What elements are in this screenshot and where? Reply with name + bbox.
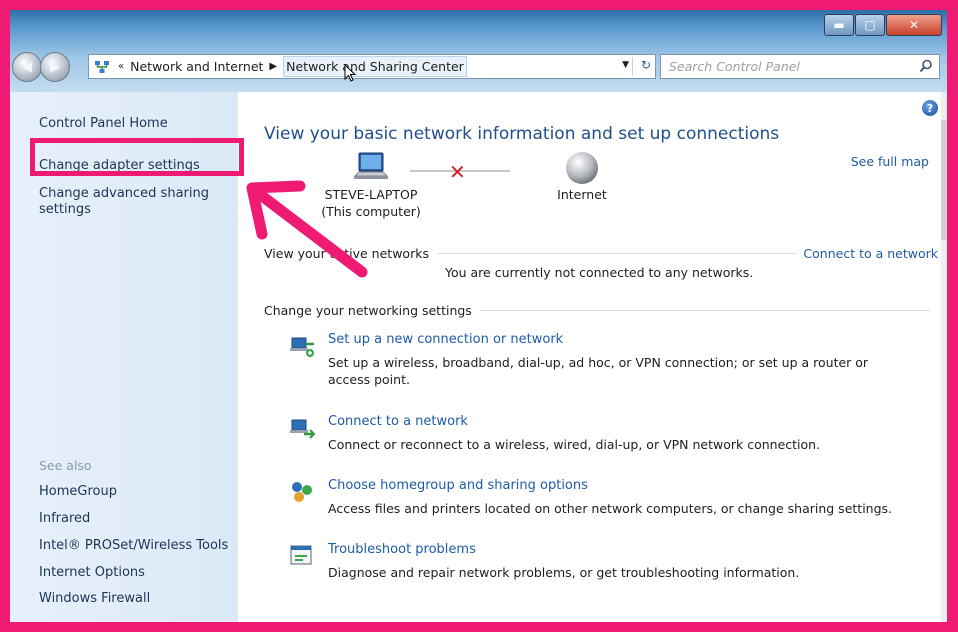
explorer-window: ▬ ▢ ✕ ◀ ▶ « Network and Internet ▶ Netwo… — [10, 10, 947, 622]
address-dropdown-icon[interactable]: ▼ — [622, 60, 629, 70]
troubleshoot-icon — [288, 542, 316, 570]
homegroup-link[interactable]: Choose homegroup and sharing options — [328, 478, 588, 493]
see-full-map-link[interactable]: See full map — [851, 154, 929, 169]
address-lead-icon[interactable]: « — [118, 61, 124, 72]
globe-icon — [522, 150, 642, 186]
forward-arrow-icon: ▶ — [50, 59, 60, 75]
search-icon[interactable] — [919, 59, 933, 76]
task-setup-connection: Set up a new connection or network Set u… — [288, 332, 928, 392]
address-divider — [632, 57, 633, 76]
breadcrumb-network-and-sharing-center[interactable]: Network and Sharing Center — [283, 56, 467, 77]
task-homegroup: Choose homegroup and sharing options Acc… — [288, 478, 928, 518]
setup-connection-link[interactable]: Set up a new connection or network — [328, 332, 563, 347]
troubleshoot-link[interactable]: Troubleshoot problems — [328, 542, 476, 557]
sidebar-item-homegroup[interactable]: HomeGroup — [39, 484, 117, 499]
sidebar-item-infrared[interactable]: Infrared — [39, 511, 90, 526]
maximize-button[interactable]: ▢ — [855, 14, 885, 36]
homegroup-icon — [288, 478, 316, 506]
computer-icon — [306, 150, 436, 186]
breadcrumb-separator-icon[interactable]: ▶ — [269, 61, 277, 72]
search-input[interactable]: Search Control Panel — [660, 54, 940, 79]
section-divider — [479, 310, 930, 311]
search-placeholder: Search Control Panel — [669, 59, 800, 74]
computer-node[interactable]: STEVE-LAPTOP (This computer) — [306, 150, 436, 220]
mouse-cursor-icon — [344, 64, 356, 82]
internet-node[interactable]: Internet — [522, 150, 642, 203]
sidebar-item-intel-proset[interactable]: Intel® PROSet/Wireless Tools — [39, 538, 228, 553]
title-bar: ▬ ▢ ✕ ◀ ▶ « Network and Internet ▶ Netwo… — [10, 10, 947, 92]
breadcrumb-network-and-internet[interactable]: Network and Internet — [130, 59, 263, 74]
network-location-icon — [92, 57, 112, 77]
scrollbar-thumb[interactable] — [941, 120, 947, 240]
connect-network-icon — [288, 414, 316, 442]
task-connect-network: Connect to a network Connect or reconnec… — [288, 414, 928, 454]
setup-connection-description: Set up a wireless, broadband, dial-up, a… — [328, 355, 869, 387]
change-settings-heading: Change your networking settings — [264, 303, 930, 318]
connect-network-description: Connect or reconnect to a wireless, wire… — [328, 437, 821, 452]
back-button[interactable]: ◀ — [12, 52, 42, 82]
forward-button[interactable]: ▶ — [40, 52, 70, 82]
help-icon[interactable]: ? — [922, 100, 938, 116]
internet-label: Internet — [557, 187, 607, 202]
computer-subtitle: (This computer) — [321, 204, 421, 219]
not-connected-message: You are currently not connected to any n… — [445, 265, 754, 280]
task-troubleshoot: Troubleshoot problems Diagnose and repai… — [288, 542, 928, 582]
change-settings-label: Change your networking settings — [264, 303, 472, 318]
disconnected-x-icon: ✕ — [449, 160, 466, 184]
computer-name: STEVE-LAPTOP — [324, 187, 418, 202]
address-bar[interactable]: « Network and Internet ▶ Network and Sha… — [88, 54, 656, 79]
sidebar-item-windows-firewall[interactable]: Windows Firewall — [39, 591, 150, 606]
main-content: ? View your basic network information an… — [238, 92, 947, 622]
homegroup-description: Access files and printers located on oth… — [328, 501, 893, 516]
minimize-button[interactable]: ▬ — [824, 14, 854, 36]
refresh-icon[interactable]: ↻ — [641, 58, 651, 72]
new-connection-icon — [288, 332, 316, 360]
connect-to-network-link[interactable]: Connect to a network — [797, 246, 938, 261]
sidebar-item-internet-options[interactable]: Internet Options — [39, 565, 145, 580]
sidebar-item-change-advanced-sharing[interactable]: Change advanced sharing settings — [39, 186, 219, 218]
see-also-heading: See also — [39, 458, 92, 473]
close-button[interactable]: ✕ — [886, 14, 942, 36]
back-arrow-icon: ◀ — [22, 59, 32, 75]
sidebar-item-control-panel-home[interactable]: Control Panel Home — [39, 116, 168, 131]
connect-network-link[interactable]: Connect to a network — [328, 414, 468, 429]
highlight-box — [30, 138, 244, 176]
page-title: View your basic network information and … — [264, 124, 780, 144]
troubleshoot-description: Diagnose and repair network problems, or… — [328, 565, 800, 580]
active-networks-label: View your active networks — [264, 246, 429, 261]
